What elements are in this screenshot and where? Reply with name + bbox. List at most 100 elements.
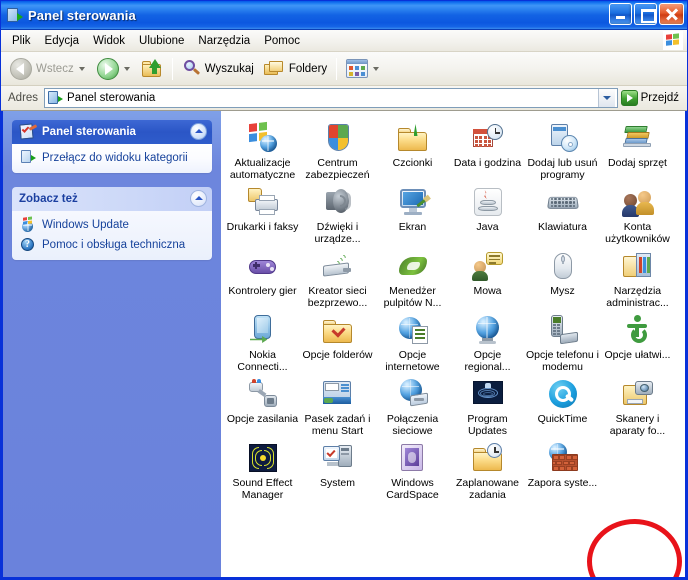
sidebar-link-windows-update[interactable]: Windows Update	[20, 216, 204, 232]
control-panel-item[interactable]: Zapora syste...	[525, 437, 600, 501]
scanners-cameras-icon	[621, 377, 655, 411]
control-panel-item-label: Narzędzia administrac...	[606, 285, 669, 309]
panel-header[interactable]: Zobacz też	[12, 187, 212, 211]
chevron-down-icon[interactable]	[123, 66, 130, 71]
chevron-down-icon[interactable]	[78, 66, 85, 71]
control-panel-item[interactable]: QuickTime	[525, 373, 600, 437]
help-support-icon: ?	[20, 237, 36, 252]
control-panel-item[interactable]: Dodaj sprzęt	[600, 117, 675, 181]
views-button[interactable]	[341, 55, 386, 83]
control-panel-item[interactable]: Opcje regional...	[450, 309, 525, 373]
folders-button[interactable]: Foldery	[259, 55, 332, 83]
address-input[interactable]: Panel sterowania	[44, 88, 618, 108]
control-panel-item[interactable]: Klawiatura	[525, 181, 600, 245]
control-panel-item-label: Dźwięki i urządze...	[314, 221, 361, 245]
control-panel-item[interactable]: Pasek zadań i menu Start	[300, 373, 375, 437]
menu-item-file[interactable]: Plik	[5, 33, 38, 49]
close-button[interactable]	[659, 3, 684, 25]
control-panel-item[interactable]: Kontrolery gier	[225, 245, 300, 309]
control-panel-item[interactable]: Czcionki	[375, 117, 450, 181]
control-panel-item[interactable]: Ekran	[375, 181, 450, 245]
forward-arrow-icon	[96, 57, 119, 80]
forward-button[interactable]	[92, 55, 137, 83]
control-panel-item[interactable]: Menedżer pulpitów N...	[375, 245, 450, 309]
maximize-button[interactable]	[634, 3, 657, 25]
menu-item-edit[interactable]: Edycja	[38, 33, 87, 49]
panel-header[interactable]: Panel sterowania	[12, 120, 212, 144]
go-button-label: Przejdź	[640, 92, 679, 104]
sidebar: Panel sterowania Przełącz do widoku kate…	[3, 111, 221, 577]
control-panel-item[interactable]: Windows CardSpace	[375, 437, 450, 501]
control-panel-items-grid: Aktualizacje automatyczne Centrum zabezpi…	[221, 117, 685, 501]
control-panel-item[interactable]: Java	[450, 181, 525, 245]
control-panel-item[interactable]: Połączenia sieciowe	[375, 373, 450, 437]
control-panel-item[interactable]: Dźwięki i urządze...	[300, 181, 375, 245]
control-panel-item[interactable]: Mysz	[525, 245, 600, 309]
accessibility-options-icon	[621, 313, 655, 347]
chevron-up-icon[interactable]	[190, 123, 207, 140]
control-panel-item-label: Czcionki	[392, 157, 433, 169]
control-panel-icon	[6, 7, 23, 24]
add-hardware-icon	[621, 121, 655, 155]
search-button-label: Wyszukaj	[204, 62, 254, 75]
control-panel-item[interactable]: System	[300, 437, 375, 501]
minimize-button[interactable]	[609, 3, 632, 25]
sidebar-panel-control-panel: Panel sterowania Przełącz do widoku kate…	[12, 120, 212, 173]
control-panel-item[interactable]: Konta użytkowników	[600, 181, 675, 245]
internet-options-icon	[396, 313, 430, 347]
control-panel-item[interactable]: Aktualizacje automatyczne	[225, 117, 300, 181]
search-button[interactable]: Wyszukaj	[177, 55, 259, 83]
control-panel-item[interactable]: Nokia Connecti...	[225, 309, 300, 373]
windows-update-icon	[20, 216, 36, 232]
control-panel-item[interactable]: Program Updates	[450, 373, 525, 437]
sidebar-link-switch-view[interactable]: Przełącz do widoku kategorii	[20, 150, 204, 165]
address-value: Panel sterowania	[67, 92, 156, 104]
up-button[interactable]	[137, 55, 168, 83]
control-panel-item[interactable]: Kreator sieci bezprzewo...	[300, 245, 375, 309]
control-panel-item-label: Opcje ułatwi...	[604, 349, 671, 361]
windows-firewall-icon	[546, 441, 580, 475]
control-panel-item[interactable]: Skanery i aparaty fo...	[600, 373, 675, 437]
panel-title: Zobacz też	[19, 193, 78, 205]
control-panel-item-label: Dodaj sprzęt	[608, 157, 667, 169]
go-arrow-icon	[620, 90, 638, 106]
control-panel-item[interactable]: Dodaj lub usuń programy	[525, 117, 600, 181]
automatic-updates-icon	[246, 121, 280, 155]
sound-effect-manager-icon	[246, 441, 280, 475]
control-panel-item[interactable]: Narzędzia administrac...	[600, 245, 675, 309]
speech-icon	[471, 249, 505, 283]
control-panel-item[interactable]: Opcje internetowe	[375, 309, 450, 373]
menu-item-help[interactable]: Pomoc	[257, 33, 307, 49]
control-panel-item[interactable]: Opcje telefonu i modemu	[525, 309, 600, 373]
back-button[interactable]: Wstecz	[5, 55, 92, 83]
control-panel-item[interactable]: Mowa	[450, 245, 525, 309]
sidebar-link-help-support[interactable]: ? Pomoc i obsługa techniczna	[20, 237, 204, 252]
menu-bar: Plik Edycja Widok Ulubione Narzędzia Pom…	[1, 30, 687, 52]
menu-item-view[interactable]: Widok	[86, 33, 132, 49]
quicktime-icon	[546, 377, 580, 411]
menu-item-tools[interactable]: Narzędzia	[191, 33, 257, 49]
control-panel-item-label: Ekran	[398, 221, 427, 233]
folder-options-icon	[321, 313, 355, 347]
control-panel-item[interactable]: Opcje zasilania	[225, 373, 300, 437]
go-button[interactable]: Przejdź	[618, 87, 684, 109]
control-panel-item[interactable]: Opcje ułatwi...	[600, 309, 675, 373]
date-time-icon	[471, 121, 505, 155]
address-dropdown-button[interactable]	[597, 89, 615, 107]
java-icon	[471, 185, 505, 219]
sidebar-link-label: Pomoc i obsługa techniczna	[42, 238, 186, 251]
menu-item-favorites[interactable]: Ulubione	[132, 33, 191, 49]
control-panel-item[interactable]: Data i godzina	[450, 117, 525, 181]
control-panel-item[interactable]: Centrum zabezpieczeń	[300, 117, 375, 181]
address-label: Adres	[8, 92, 39, 104]
control-panel-window: Panel sterowania Plik Edycja Widok Ulubi…	[0, 0, 688, 580]
control-panel-item[interactable]: Sound Effect Manager	[225, 437, 300, 501]
control-panel-item[interactable]: Zaplanowane zadania	[450, 437, 525, 501]
control-panel-item[interactable]: Opcje folderów	[300, 309, 375, 373]
power-options-icon	[246, 377, 280, 411]
control-panel-item[interactable]: Drukarki i faksy	[225, 181, 300, 245]
chevron-down-icon[interactable]	[373, 66, 380, 71]
phone-modem-options-icon	[546, 313, 580, 347]
control-panel-item-label: Menedżer pulpitów N...	[383, 285, 442, 309]
chevron-up-icon[interactable]	[190, 190, 207, 207]
